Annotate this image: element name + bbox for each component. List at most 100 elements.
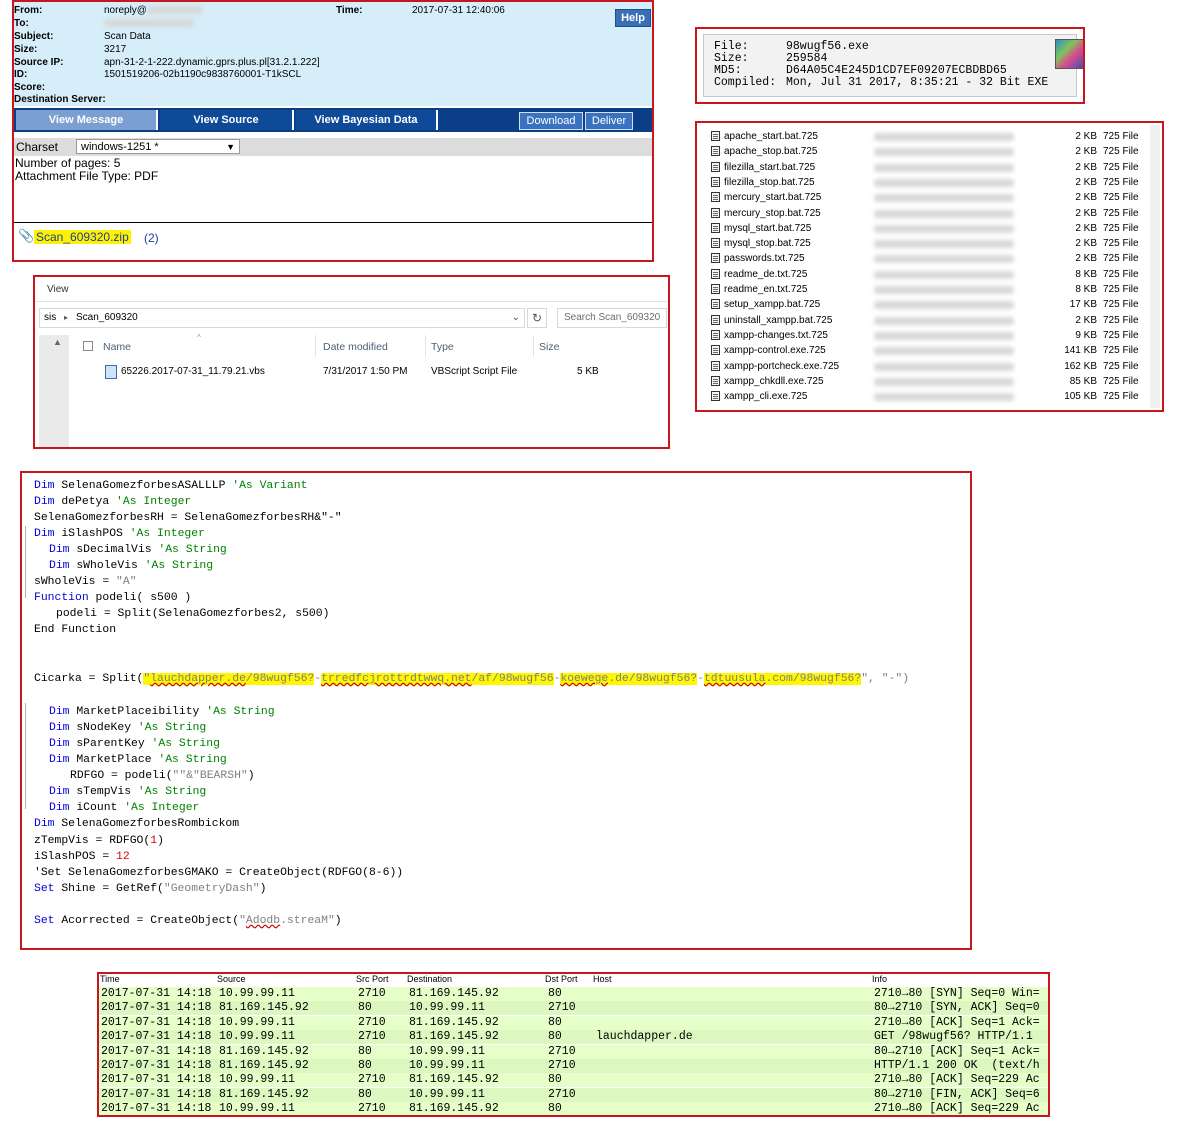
charset-bar: Charset windows-1251 * ▼ xyxy=(14,138,652,156)
address-bar[interactable]: sis ▸ Scan_609320 ⌄ xyxy=(39,308,525,328)
archive-file-row[interactable]: passwords.txt.725 2 KB 725 File xyxy=(711,251,1151,266)
packet-info: 2710→80 [ACK] Seq=229 Ac xyxy=(874,1073,1040,1087)
time-value: 2017-07-31 12:40:06 xyxy=(412,5,505,16)
archive-file-row[interactable]: filezilla_start.bat.725 2 KB 725 File xyxy=(711,160,1151,175)
archive-file-row[interactable]: xampp_cli.exe.725 105 KB 725 File xyxy=(711,389,1151,404)
help-button[interactable]: Help xyxy=(615,9,651,27)
archive-file-row[interactable]: mercury_stop.bat.725 2 KB 725 File xyxy=(711,206,1151,221)
archive-file-row[interactable]: mercury_start.bat.725 2 KB 725 File xyxy=(711,190,1151,205)
col-host[interactable]: Host xyxy=(593,974,612,984)
column-type[interactable]: Type xyxy=(431,341,454,353)
archive-file-row[interactable]: mysql_start.bat.725 2 KB 725 File xyxy=(711,221,1151,236)
breadcrumb-folder[interactable]: Scan_609320 xyxy=(76,309,138,327)
breadcrumb-prefix[interactable]: sis xyxy=(44,309,56,327)
file-row[interactable]: 65226.2017-07-31_11.79.21.vbs 7/31/2017 … xyxy=(105,365,605,381)
archive-file-row[interactable]: setup_xampp.bat.725 17 KB 725 File xyxy=(711,297,1151,312)
packet-row[interactable]: 2017-07-31 14:18 10.99.99.11 2710 81.169.14… xyxy=(99,1102,1048,1116)
col-destination[interactable]: Destination xyxy=(407,974,452,984)
packet-row[interactable]: 2017-07-31 14:18 10.99.99.11 2710 81.169.14… xyxy=(99,1015,1048,1030)
packet-destination: 81.169.145.92 xyxy=(409,1073,499,1087)
column-divider[interactable] xyxy=(315,335,316,357)
packet-row[interactable]: 2017-07-31 14:18 10.99.99.11 2710 81.169.14… xyxy=(99,987,1048,1001)
packet-info: 80→2710 [ACK] Seq=1 Ack= xyxy=(874,1044,1040,1058)
col-dst-port[interactable]: Dst Port xyxy=(545,974,578,984)
col-source[interactable]: Source xyxy=(217,974,246,984)
packet-time: 2017-07-31 14:18 xyxy=(101,987,212,1000)
archive-file-row[interactable]: readme_en.txt.725 8 KB 725 File xyxy=(711,282,1151,297)
redacted-path xyxy=(874,331,1014,340)
redacted-path xyxy=(874,377,1014,386)
packet-time: 2017-07-31 14:18 xyxy=(101,1015,212,1029)
packet-row[interactable]: 2017-07-31 14:18 10.99.99.11 2710 81.169.14… xyxy=(99,1030,1048,1045)
packet-dst-port: 80 xyxy=(548,987,562,1000)
refresh-icon[interactable]: ↻ xyxy=(527,308,547,328)
code-line: SelenaGomezforbesRH = SelenaGomezforbesR… xyxy=(34,512,342,524)
redacted-path xyxy=(874,148,1014,157)
scrollbar[interactable] xyxy=(1150,125,1160,408)
archive-file-type: 725 File xyxy=(1103,131,1139,142)
column-divider[interactable] xyxy=(533,335,534,357)
packet-time: 2017-07-31 14:18 xyxy=(101,1044,212,1058)
code-line: Dim MarketPlaceibility 'As String xyxy=(49,706,275,718)
packet-row[interactable]: 2017-07-31 14:18 10.99.99.11 2710 81.169.14… xyxy=(99,1073,1048,1088)
archive-file-row[interactable]: readme_de.txt.725 8 KB 725 File xyxy=(711,267,1151,282)
chevron-down-icon[interactable]: ⌄ xyxy=(512,309,520,327)
redacted-path xyxy=(874,286,1014,294)
col-info[interactable]: Info xyxy=(872,974,887,984)
tab-view-source[interactable]: View Source xyxy=(160,110,294,130)
column-date[interactable]: Date modified xyxy=(323,341,388,353)
archive-file-name: mysql_stop.bat.725 xyxy=(724,238,811,250)
archive-file-row[interactable]: xampp-changes.txt.725 9 KB 725 File xyxy=(711,328,1151,343)
menu-view[interactable]: View xyxy=(47,284,69,295)
collapse-arrow-icon[interactable]: ▲ xyxy=(53,337,62,347)
column-name[interactable]: Name xyxy=(103,341,131,353)
attachment-link[interactable]: Scan_609320.zip xyxy=(34,230,131,244)
archive-file-name: apache_start.bat.725 xyxy=(724,131,818,142)
search-input[interactable]: Search Scan_609320 xyxy=(557,308,667,328)
redacted-path xyxy=(874,270,1014,279)
charset-select[interactable]: windows-1251 * ▼ xyxy=(76,139,240,154)
packet-row[interactable]: 2017-07-31 14:18 81.169.145.92 80 10.99.99.… xyxy=(99,1059,1048,1073)
packet-dst-port: 2710 xyxy=(548,1087,576,1101)
packet-dst-port: 80 xyxy=(548,1102,562,1116)
column-size[interactable]: Size xyxy=(539,341,559,353)
file-name: 65226.2017-07-31_11.79.21.vbs xyxy=(121,366,265,377)
view-tabs: View Message View Source View Bayesian D… xyxy=(14,108,652,132)
vbscript-code-panel: Dim SelenaGomezforbesASALLLP 'As Variant… xyxy=(20,471,972,950)
archive-file-type: 725 File xyxy=(1103,146,1139,158)
code-line: Function podeli( s500 ) xyxy=(34,592,192,604)
packet-row[interactable]: 2017-07-31 14:18 81.169.145.92 80 10.99.99.… xyxy=(99,1001,1048,1016)
archive-file-name: xampp-control.exe.725 xyxy=(724,345,826,357)
file-icon xyxy=(711,391,720,402)
archive-file-name: mercury_start.bat.725 xyxy=(724,192,822,204)
col-time[interactable]: Time xyxy=(100,974,120,984)
file-icon xyxy=(711,192,720,203)
select-all-checkbox[interactable] xyxy=(83,341,93,351)
archive-file-row[interactable]: xampp-control.exe.725 141 KB 725 File xyxy=(711,343,1151,358)
archive-file-row[interactable]: apache_start.bat.725 2 KB 725 File xyxy=(711,129,1151,144)
archive-file-row[interactable]: xampp_chkdll.exe.725 85 KB 725 File xyxy=(711,374,1151,389)
tab-view-bayesian[interactable]: View Bayesian Data xyxy=(296,110,438,130)
packet-source: 10.99.99.11 xyxy=(219,1102,295,1116)
archive-file-row[interactable]: uninstall_xampp.bat.725 2 KB 725 File xyxy=(711,313,1151,328)
packet-destination: 10.99.99.11 xyxy=(409,1059,485,1072)
archive-file-size: 141 KB xyxy=(1064,345,1097,357)
packet-source: 81.169.145.92 xyxy=(219,1059,309,1072)
download-button[interactable]: Download xyxy=(519,112,583,130)
archive-file-row[interactable]: filezilla_stop.bat.725 2 KB 725 File xyxy=(711,175,1151,190)
packet-dst-port: 2710 xyxy=(548,1059,576,1072)
packet-row[interactable]: 2017-07-31 14:18 81.169.145.92 80 10.99.99.… xyxy=(99,1044,1048,1059)
to-value-redacted xyxy=(104,18,194,30)
column-divider[interactable] xyxy=(425,335,426,357)
packet-row[interactable]: 2017-07-31 14:18 81.169.145.92 80 10.99.99.… xyxy=(99,1087,1048,1102)
score-label: Score: xyxy=(14,82,46,93)
archive-file-type: 725 File xyxy=(1103,314,1139,326)
deliver-button[interactable]: Deliver xyxy=(585,112,633,130)
compiled-line: Compiled: Mon, Jul 31 2017, 8:35:21 - 32 … xyxy=(714,76,1049,89)
archive-file-row[interactable]: mysql_stop.bat.725 2 KB 725 File xyxy=(711,236,1151,251)
archive-file-row[interactable]: xampp-portcheck.exe.725 162 KB 725 File xyxy=(711,359,1151,374)
archive-file-row[interactable]: apache_stop.bat.725 2 KB 725 File xyxy=(711,144,1151,159)
fold-guide xyxy=(25,526,26,598)
tab-view-message[interactable]: View Message xyxy=(16,110,158,130)
col-src-port[interactable]: Src Port xyxy=(356,974,389,984)
